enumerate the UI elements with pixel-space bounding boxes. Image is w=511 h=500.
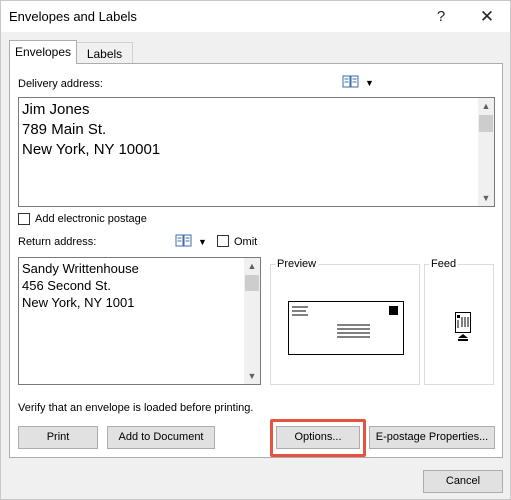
omit-checkbox[interactable] (217, 235, 229, 247)
delivery-line-2: 789 Main St. (22, 121, 107, 138)
delivery-line-1: Jim Jones (22, 101, 90, 118)
return-line-3: New York, NY 1001 (22, 295, 135, 310)
scroll-up-icon[interactable]: ▲ (244, 258, 260, 274)
delivery-address-book-icon[interactable] (342, 75, 360, 89)
envelope-preview-icon[interactable] (288, 301, 404, 355)
scroll-down-icon[interactable]: ▼ (244, 368, 260, 384)
return-dropdown-icon[interactable]: ▼ (198, 237, 207, 247)
return-address-field[interactable]: Sandy Writtenhouse 456 Second St. New Yo… (18, 257, 261, 385)
envelopes-labels-dialog: Envelopes and Labels ? ✕ Envelopes Label… (0, 0, 511, 500)
tab-envelopes-label: Envelopes (14, 45, 72, 59)
return-scrollbar[interactable]: ▲ ▼ (244, 258, 260, 384)
return-scroll-thumb[interactable] (245, 275, 259, 291)
electronic-postage-checkbox[interactable] (18, 213, 30, 225)
delivery-scrollbar[interactable]: ▲ ▼ (478, 98, 494, 206)
return-address-label: Return address: (18, 236, 97, 248)
scroll-down-icon[interactable]: ▼ (478, 190, 494, 206)
title-bar: Envelopes and Labels ? ✕ (1, 1, 510, 32)
add-to-document-button[interactable]: Add to Document (107, 426, 215, 449)
tab-envelopes[interactable]: Envelopes (9, 40, 77, 64)
envelope-notice: Verify that an envelope is loaded before… (18, 402, 254, 414)
delivery-address-field[interactable]: Jim Jones 789 Main St. New York, NY 1000… (18, 97, 495, 207)
delivery-address-label: Delivery address: (18, 78, 103, 90)
cancel-button[interactable]: Cancel (423, 470, 503, 493)
omit-label: Omit (234, 236, 258, 248)
options-highlight (270, 419, 366, 457)
tab-labels-label: Labels (86, 47, 123, 61)
delivery-scroll-thumb[interactable] (479, 115, 493, 132)
epostage-properties-button[interactable]: E-postage Properties... (369, 426, 495, 449)
scroll-up-icon[interactable]: ▲ (478, 98, 494, 114)
preview-title: Preview (275, 258, 319, 270)
electronic-postage-label: Add electronic postage (35, 213, 147, 225)
envelope-feed-icon[interactable] (453, 312, 473, 343)
tab-labels[interactable]: Labels (77, 42, 133, 64)
dialog-title: Envelopes and Labels (9, 9, 137, 24)
print-button[interactable]: Print (18, 426, 98, 449)
delivery-line-3: New York, NY 10001 (22, 141, 161, 158)
delivery-dropdown-icon[interactable]: ▼ (365, 78, 374, 88)
close-button[interactable]: ✕ (473, 5, 501, 29)
feed-title: Feed (429, 258, 459, 270)
return-line-2: 456 Second St. (22, 278, 111, 293)
help-button[interactable]: ? (427, 5, 455, 29)
return-line-1: Sandy Writtenhouse (22, 261, 139, 276)
return-address-book-icon[interactable] (175, 234, 193, 248)
